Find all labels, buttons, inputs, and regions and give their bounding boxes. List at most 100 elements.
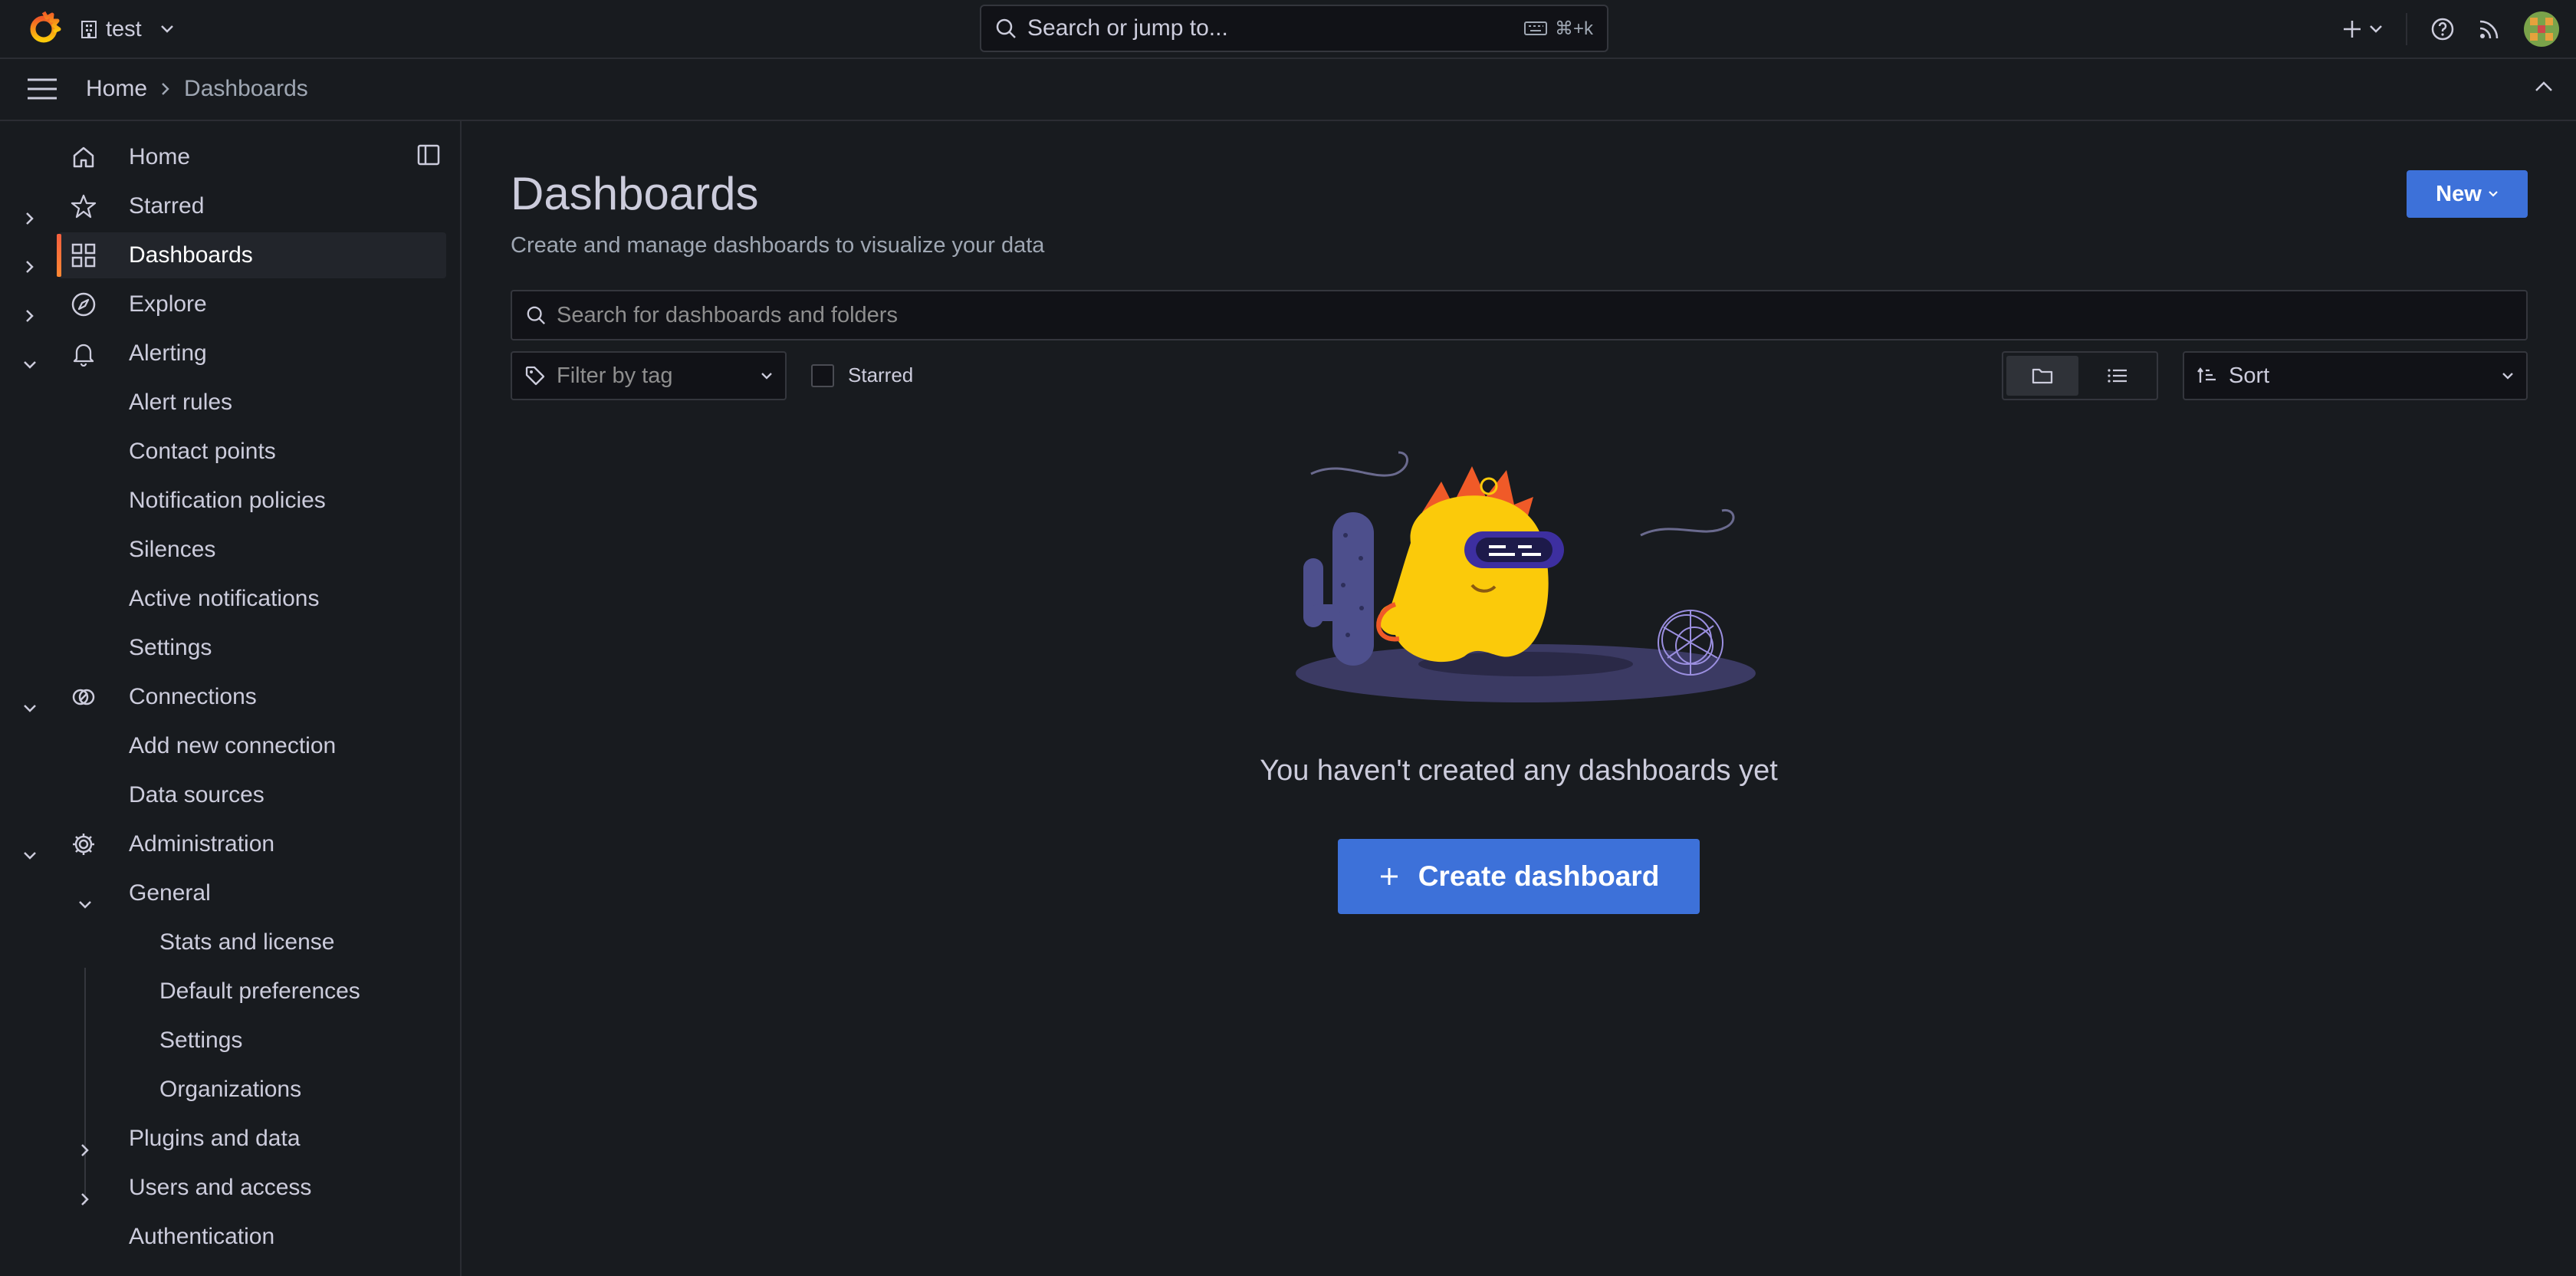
chevron-right-icon [80, 1143, 90, 1157]
main-content: Dashboards Create and manage dashboards … [462, 121, 2576, 1276]
chevron-down-icon [23, 851, 37, 860]
tree-guide-line [84, 968, 86, 1204]
sort-label: Sort [2229, 363, 2270, 388]
sidebar-item-administration[interactable]: Administration [58, 821, 446, 867]
chevron-down-icon [2488, 190, 2499, 198]
sidebar-item-label: Default preferences [159, 978, 360, 1004]
sidebar-item-label: General [129, 880, 211, 906]
dock-menu-button[interactable] [417, 144, 440, 166]
sidebar-item-label: Notification policies [129, 488, 326, 513]
dashboard-search-input[interactable]: Search for dashboards and folders [511, 290, 2528, 340]
chevron-down-icon [78, 900, 92, 909]
chevron-up-icon [2535, 81, 2553, 93]
sidebar-item-label: Settings [129, 635, 212, 660]
sort-select[interactable]: Sort [2183, 351, 2528, 400]
bell-icon [71, 340, 97, 367]
sidebar-item-label: Stats and license [159, 929, 335, 955]
expand-dashboards-button[interactable] [18, 255, 41, 278]
sidebar-item-data-sources[interactable]: Data sources [129, 772, 446, 818]
page-title: Dashboards [511, 168, 759, 219]
filter-by-tag-select[interactable]: Filter by tag [511, 351, 787, 400]
folder-icon [2032, 367, 2053, 385]
filter-tag-placeholder: Filter by tag [557, 363, 673, 388]
expand-plugins-button[interactable] [74, 1139, 97, 1162]
sidebar-item-connections[interactable]: Connections [58, 674, 446, 720]
sidebar-item-label: Users and access [129, 1175, 312, 1200]
grafana-logo-icon[interactable] [26, 10, 61, 45]
org-name: test [106, 16, 142, 41]
sidebar-item-dashboards[interactable]: Dashboards [57, 232, 446, 278]
sidebar-item-label: Dashboards [129, 242, 253, 268]
collapse-alerting-button[interactable] [18, 354, 41, 377]
view-mode-toggle [2002, 351, 2158, 400]
link-icon [71, 684, 97, 710]
org-switcher[interactable]: test [80, 14, 174, 44]
sidebar-item-alerting[interactable]: Alerting [58, 331, 446, 377]
sidebar-item-general-settings[interactable]: Settings [159, 1018, 446, 1064]
sidebar-item-general[interactable]: General [129, 870, 446, 916]
folder-view-button[interactable] [2006, 356, 2078, 396]
sidebar-item-organizations[interactable]: Organizations [159, 1067, 446, 1113]
sidebar-item-label: Starred [129, 193, 205, 219]
chevron-down-icon [23, 704, 37, 713]
starred-checkbox[interactable] [811, 363, 834, 387]
sidebar-item-plugins-and-data[interactable]: Plugins and data [129, 1116, 446, 1162]
sidebar-item-label: Administration [129, 831, 275, 857]
sidebar-item-default-preferences[interactable]: Default preferences [159, 969, 446, 1015]
sidebar-item-label: Settings [159, 1028, 243, 1053]
news-button[interactable] [2478, 18, 2501, 41]
expand-starred-button[interactable] [18, 207, 41, 230]
create-dashboard-button[interactable]: Create dashboard [1338, 839, 1700, 914]
tag-icon [524, 365, 546, 386]
dock-icon [417, 144, 440, 166]
sidebar-item-explore[interactable]: Explore [58, 281, 446, 327]
sidebar-item-active-notifications[interactable]: Active notifications [129, 576, 446, 622]
collapse-connections-button[interactable] [18, 697, 41, 720]
collapse-header-button[interactable] [2535, 81, 2553, 93]
sidebar-item-label: Add new connection [129, 733, 337, 758]
menu-toggle-button[interactable] [26, 76, 58, 102]
building-icon [80, 19, 98, 39]
chevron-down-icon [761, 372, 773, 380]
hamburger-icon [26, 76, 58, 102]
sidebar-item-starred[interactable]: Starred [58, 183, 446, 229]
sidebar-item-label: Authentication [129, 1224, 275, 1249]
sidebar-item-authentication[interactable]: Authentication [129, 1214, 446, 1260]
sidebar: Home Starred Dashboards Explore Alerting… [0, 121, 462, 1276]
star-icon [71, 193, 97, 219]
new-dashboard-button[interactable]: New [2407, 170, 2528, 218]
sidebar-item-users-and-access[interactable]: Users and access [129, 1165, 446, 1211]
user-avatar[interactable] [2524, 12, 2559, 47]
sidebar-item-stats-and-license[interactable]: Stats and license [159, 919, 446, 965]
search-shortcut: ⌘+k [1523, 18, 1593, 40]
help-icon [2430, 17, 2455, 41]
starred-filter[interactable]: Starred [811, 363, 913, 387]
collapse-general-button[interactable] [74, 893, 97, 916]
sidebar-item-alert-rules[interactable]: Alert rules [129, 380, 446, 426]
sidebar-item-contact-points[interactable]: Contact points [129, 429, 446, 475]
home-icon [71, 144, 97, 170]
help-button[interactable] [2430, 17, 2455, 41]
breadcrumb: Home Dashboards [86, 76, 308, 102]
global-search-input[interactable]: Search or jump to... ⌘+k [980, 5, 1608, 52]
sidebar-item-home[interactable]: Home [0, 134, 307, 180]
sort-icon [2196, 367, 2218, 385]
add-new-button[interactable] [2341, 18, 2383, 40]
breadcrumb-home[interactable]: Home [86, 76, 147, 102]
sidebar-item-label: Silences [129, 537, 216, 562]
sidebar-item-silences[interactable]: Silences [129, 527, 446, 573]
sidebar-item-label: Alerting [129, 340, 207, 366]
expand-users-button[interactable] [74, 1188, 97, 1211]
collapse-administration-button[interactable] [18, 844, 41, 867]
list-view-button[interactable] [2082, 356, 2154, 396]
expand-explore-button[interactable] [18, 304, 41, 327]
empty-state-illustration [1288, 451, 1763, 712]
chevron-down-icon [2502, 372, 2514, 380]
sidebar-item-alerting-settings[interactable]: Settings [129, 625, 446, 671]
sidebar-item-notification-policies[interactable]: Notification policies [129, 478, 446, 524]
compass-icon [71, 291, 97, 317]
sidebar-item-add-new-connection[interactable]: Add new connection [129, 723, 446, 769]
sidebar-item-label: Connections [129, 684, 257, 709]
search-icon [526, 305, 546, 325]
empty-state-message: You haven't created any dashboards yet [1260, 755, 1778, 787]
